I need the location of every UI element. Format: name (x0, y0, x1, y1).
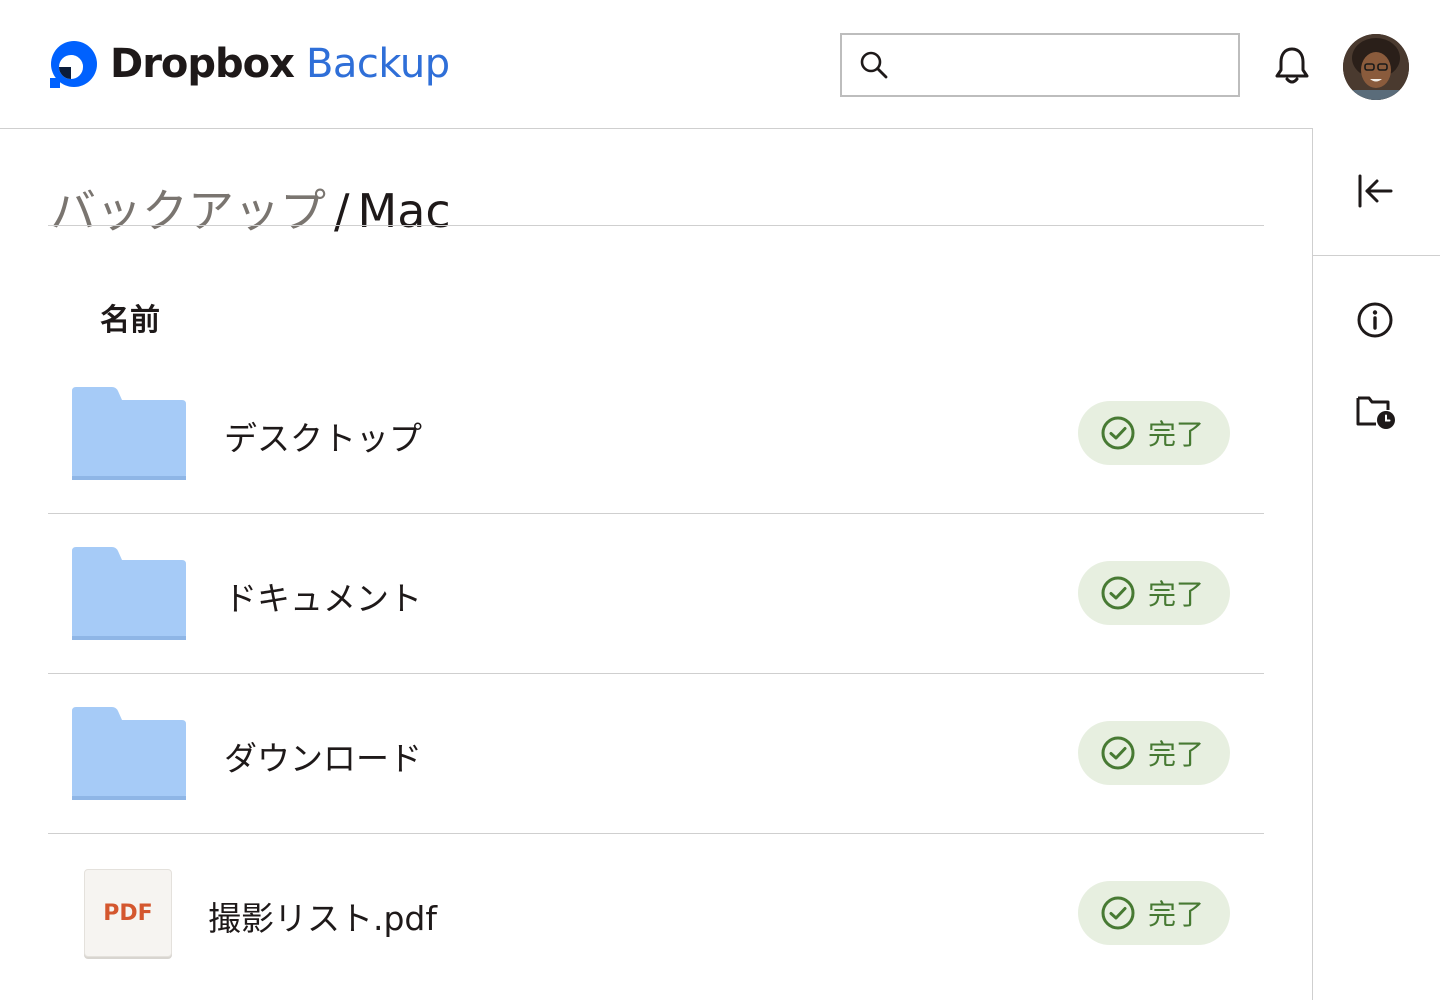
breadcrumb: バックアップ / Mac (50, 175, 451, 241)
folder-icon (72, 547, 186, 640)
file-row[interactable]: ダウンロード 完了 (48, 674, 1264, 834)
check-circle-icon (1101, 736, 1135, 770)
status-label: 完了 (1148, 898, 1205, 931)
pdf-file-icon: PDF (84, 869, 172, 957)
folder-icon (72, 387, 186, 480)
collapse-panel-icon[interactable] (1354, 170, 1396, 212)
product-name: Backup (305, 41, 450, 87)
status-badge: 完了 (1078, 401, 1230, 465)
file-name[interactable]: ダウンロード (224, 732, 422, 780)
folder-icon (72, 707, 186, 800)
status-label: 完了 (1148, 738, 1205, 771)
status-badge: 完了 (1078, 721, 1230, 785)
status-label: 完了 (1148, 418, 1205, 451)
right-rail (1313, 128, 1440, 1000)
check-circle-icon (1101, 896, 1135, 930)
file-name[interactable]: 撮影リスト.pdf (208, 892, 437, 940)
status-label: 完了 (1148, 578, 1205, 611)
file-name[interactable]: デスクトップ (224, 412, 422, 460)
breadcrumb-current: Mac (357, 184, 451, 238)
check-circle-icon (1101, 416, 1135, 450)
user-avatar[interactable] (1343, 34, 1409, 100)
search-icon (860, 51, 888, 79)
dropbox-backup-logo[interactable]: Dropbox Backup (50, 40, 450, 88)
bell-icon[interactable] (1270, 44, 1314, 88)
status-badge: 完了 (1078, 881, 1230, 945)
avatar-photo-icon (1343, 34, 1409, 100)
file-row[interactable]: PDF 撮影リスト.pdf 完了 (48, 834, 1264, 994)
table-divider (48, 225, 1264, 226)
rail-divider (1313, 255, 1440, 256)
file-row[interactable]: デスクトップ 完了 (48, 354, 1264, 514)
breadcrumb-separator: / (334, 184, 350, 238)
info-icon[interactable] (1354, 299, 1396, 341)
file-name[interactable]: ドキュメント (224, 572, 422, 620)
brand-name: Dropbox (110, 41, 295, 87)
top-bar: Dropbox Backup (0, 0, 1440, 128)
search-input[interactable] (840, 33, 1240, 97)
file-row[interactable]: ドキュメント 完了 (48, 514, 1264, 674)
pdf-file-badge: PDF (103, 900, 153, 926)
status-badge: 完了 (1078, 561, 1230, 625)
breadcrumb-parent-link[interactable]: バックアップ (50, 184, 326, 238)
check-circle-icon (1101, 576, 1135, 610)
folder-history-icon[interactable] (1354, 390, 1396, 432)
column-header-name[interactable]: 名前 (100, 295, 160, 339)
dropbox-logo-icon (50, 41, 97, 88)
